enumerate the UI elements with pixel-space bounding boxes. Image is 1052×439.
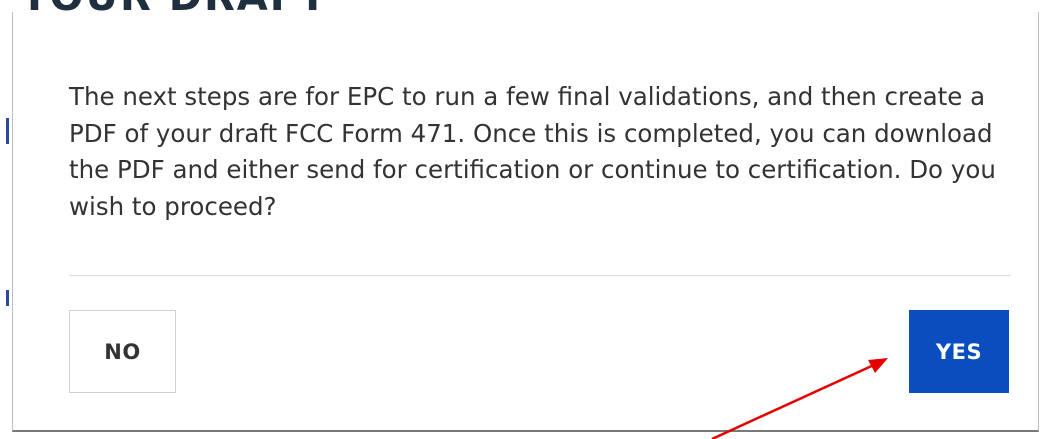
no-button[interactable]: NO bbox=[69, 310, 176, 393]
yes-button[interactable]: YES bbox=[909, 310, 1009, 393]
modal-message: The next steps are for EPC to run a few … bbox=[69, 82, 996, 221]
background-edge-mark bbox=[6, 118, 9, 144]
confirmation-modal: The next steps are for EPC to run a few … bbox=[12, 12, 1039, 432]
modal-divider bbox=[69, 275, 1011, 276]
background-edge-mark bbox=[6, 290, 9, 306]
